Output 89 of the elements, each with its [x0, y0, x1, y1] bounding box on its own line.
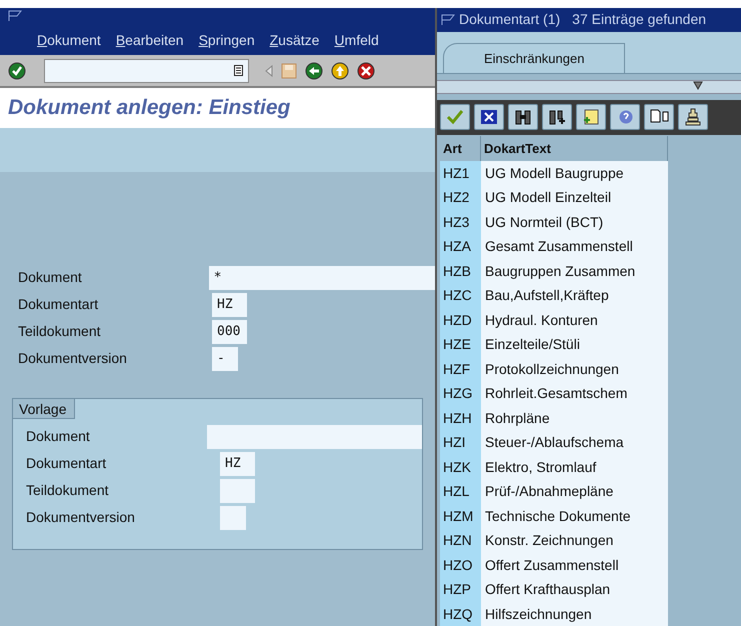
- table-cell[interactable]: HZL: [440, 479, 481, 504]
- table-cell[interactable]: HZF: [440, 356, 481, 382]
- table-cell[interactable]: HZ2: [440, 185, 481, 210]
- check-icon[interactable]: [8, 62, 26, 80]
- table-cell[interactable]: HZ3: [440, 210, 481, 234]
- menu-item[interactable]: Springen: [198, 30, 255, 51]
- search-next-button[interactable]: [542, 104, 572, 130]
- printer-icon: [649, 109, 669, 126]
- menu-item[interactable]: Bearbeiten: [116, 30, 184, 51]
- field-label: Teildokument: [26, 481, 110, 500]
- table-cell[interactable]: HZM: [440, 504, 481, 528]
- table-cell[interactable]: HZN: [440, 528, 481, 553]
- accept-button[interactable]: [440, 104, 470, 130]
- input-field[interactable]: -: [212, 346, 238, 370]
- result-count: 37 Einträge gefunden: [572, 10, 706, 30]
- window-menu-icon[interactable]: [441, 14, 455, 26]
- input-field[interactable]: [206, 424, 422, 448]
- table-cell[interactable]: Steuer-/Ablaufschema: [481, 430, 668, 455]
- binoculars-icon: [515, 109, 531, 126]
- table-cell[interactable]: HZA: [440, 234, 481, 259]
- sheet-plus-icon: [583, 109, 599, 126]
- input-field[interactable]: *: [208, 266, 435, 290]
- field-label: Teildokument: [18, 322, 102, 341]
- command-field[interactable]: [44, 58, 249, 82]
- table-cell[interactable]: HZ1: [440, 160, 481, 186]
- field-label: Dokument: [26, 427, 91, 446]
- select-columns-button[interactable]: [576, 104, 606, 130]
- field-label: Dokumentart: [26, 454, 108, 473]
- table-cell[interactable]: Hydraul. Konturen: [481, 308, 668, 332]
- stamp-icon: [685, 108, 701, 126]
- input-field[interactable]: HZ: [220, 452, 255, 476]
- table-cell[interactable]: Einzelteile/Stüli: [481, 332, 668, 357]
- field-label: Dokumentversion: [26, 508, 136, 527]
- window-menu-icon[interactable]: [8, 10, 22, 22]
- table-cell[interactable]: Bau,Aufstell,Kräftep: [481, 283, 668, 308]
- menu-item[interactable]: Umfeld: [334, 30, 379, 51]
- table-cell[interactable]: Hilfszeichnungen: [481, 602, 668, 626]
- tab[interactable]: Einschränkungen: [443, 42, 626, 73]
- table-cell[interactable]: Technische Dokumente: [481, 504, 668, 528]
- table-cell[interactable]: UG Modell Einzelteil: [481, 185, 668, 210]
- settings-button[interactable]: [678, 104, 708, 130]
- table-cell[interactable]: HZK: [440, 454, 481, 480]
- table-cell[interactable]: Prüf-/Abnahmepläne: [481, 479, 668, 504]
- help-icon: [617, 109, 633, 126]
- help-button[interactable]: [610, 104, 640, 130]
- field-label: Dokumentversion: [18, 349, 128, 368]
- input-field[interactable]: HZ: [212, 292, 247, 316]
- table-cell[interactable]: HZB: [440, 258, 481, 284]
- screen-title: Dokument anlegen: Einstieg: [8, 95, 290, 122]
- popup-title: Dokumentart (1): [459, 10, 560, 30]
- input-field[interactable]: 000: [212, 320, 247, 344]
- table-cell[interactable]: Offert Krafthausplan: [481, 577, 668, 602]
- print-button[interactable]: [644, 104, 674, 130]
- table-cell[interactable]: HZQ: [440, 602, 481, 626]
- close-icon: [481, 110, 497, 124]
- table-cell[interactable]: HZE: [440, 332, 481, 357]
- checkmark-icon: [446, 109, 464, 126]
- menu-item[interactable]: Zusätze: [270, 30, 320, 51]
- table-cell[interactable]: Protokollzeichnungen: [481, 356, 668, 382]
- input-field[interactable]: [220, 478, 255, 502]
- table-cell[interactable]: HZH: [440, 406, 481, 430]
- triangle-left-icon[interactable]: [265, 64, 273, 76]
- search-button[interactable]: [508, 104, 538, 130]
- table-cell[interactable]: HZP: [440, 577, 481, 602]
- input-field[interactable]: [220, 506, 246, 530]
- binoculars-plus-icon: [549, 109, 565, 126]
- up-icon[interactable]: [331, 62, 349, 80]
- table-cell[interactable]: UG Modell Baugruppe: [481, 160, 668, 186]
- back-icon[interactable]: [305, 62, 323, 80]
- cancel-icon[interactable]: [357, 62, 375, 80]
- table-cell[interactable]: Rohrpläne: [481, 406, 668, 430]
- table-cell[interactable]: Rohrleit.Gesamtschem: [481, 381, 668, 406]
- table-cell[interactable]: Offert Zusammenstell: [481, 552, 668, 578]
- table-cell[interactable]: Elektro, Stromlauf: [481, 454, 668, 480]
- table-cell[interactable]: HZC: [440, 283, 481, 308]
- menu-item[interactable]: Dokument: [37, 30, 101, 51]
- table-cell[interactable]: HZO: [440, 552, 481, 578]
- field-label: Dokumentart: [18, 295, 100, 314]
- table-cell[interactable]: Gesamt Zusammenstell: [481, 234, 668, 259]
- field-label: Dokument: [18, 268, 83, 287]
- table-cell[interactable]: Baugruppen Zusammen: [481, 258, 668, 284]
- cancel-button[interactable]: [474, 104, 504, 130]
- list-icon[interactable]: [234, 65, 243, 76]
- table-cell[interactable]: HZG: [440, 381, 481, 406]
- table-cell[interactable]: UG Normteil (BCT): [481, 210, 668, 234]
- table-cell[interactable]: Konstr. Zeichnungen: [481, 528, 668, 553]
- table-cell[interactable]: HZI: [440, 430, 481, 455]
- dropdown-arrow-icon[interactable]: [693, 80, 703, 90]
- table-cell[interactable]: HZD: [440, 308, 481, 332]
